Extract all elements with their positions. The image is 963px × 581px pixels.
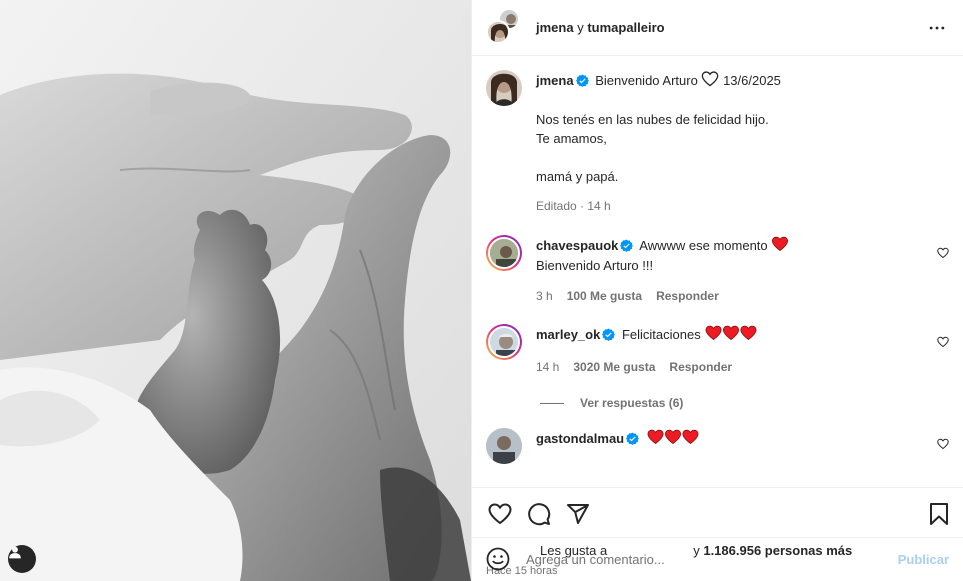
post-caption: jmena Bienvenido Arturo 13/6/2025 Nos te… (486, 70, 949, 215)
author-connector: y (577, 20, 584, 35)
comment-username[interactable]: chavespauok (536, 238, 618, 253)
comment-icon (528, 502, 551, 525)
coauthor-username[interactable]: tumapalleiro (587, 20, 664, 35)
verified-icon (602, 328, 616, 346)
caption-line: Te amamos, (536, 131, 607, 146)
comment-button[interactable] (525, 500, 553, 528)
caption-username[interactable]: jmena (536, 73, 574, 88)
reply-button[interactable]: Responder (656, 287, 719, 305)
post-photo[interactable] (0, 0, 471, 581)
bookmark-icon (930, 502, 948, 525)
comment-time[interactable]: 14 h (536, 358, 559, 376)
avatar[interactable] (486, 70, 522, 106)
post-modal: jmena y tumapalleiro jmena Bienvenido Ar… (0, 0, 963, 581)
caption-line: mamá y papá. (536, 169, 619, 184)
red-hearts-emoji (704, 325, 758, 346)
coauthor-avatars[interactable] (486, 7, 522, 44)
red-hearts-emoji (646, 429, 700, 450)
caption-date: 13/6/2025 (723, 73, 781, 88)
view-replies-label: Ver respuestas (6) (580, 396, 684, 410)
user-tag-button[interactable] (8, 545, 36, 573)
caption-headline: Bienvenido Arturo (595, 73, 698, 88)
comment-meta: 3 h 100 Me gusta Responder (536, 287, 949, 305)
comment-like-button[interactable] (937, 247, 949, 262)
view-replies-button[interactable]: Ver respuestas (6) (540, 396, 949, 410)
heart-icon (937, 336, 949, 348)
reply-button[interactable]: Responder (669, 358, 732, 376)
avatar[interactable] (486, 428, 522, 464)
caption-line (536, 149, 949, 168)
heart-icon (937, 247, 949, 259)
comment-item: gastondalmau (486, 428, 949, 464)
add-comment-bar: Publicar (472, 537, 963, 581)
caption-meta: Editado · 14 h (536, 199, 611, 213)
share-icon (567, 503, 589, 524)
red-heart-emoji (771, 236, 789, 257)
author-username[interactable]: jmena (536, 20, 574, 35)
verified-icon (575, 74, 589, 92)
heart-icon (937, 438, 949, 450)
comment-likes[interactable]: 3020 Me gusta (573, 358, 655, 376)
save-button[interactable] (925, 500, 953, 528)
more-options-button[interactable] (925, 16, 949, 40)
emoji-icon (486, 547, 510, 570)
comment-text-line2: Bienvenido Arturo !!! (536, 258, 654, 273)
post-authors[interactable]: jmena y tumapalleiro (536, 20, 925, 35)
emoji-button[interactable] (486, 547, 512, 573)
share-button[interactable] (564, 500, 592, 528)
like-button[interactable] (486, 500, 514, 528)
post-comment-button[interactable]: Publicar (898, 552, 949, 567)
user-tag-icon (9, 546, 21, 559)
verified-icon (626, 432, 640, 450)
comment-meta: 14 h 3020 Me gusta Responder (536, 358, 949, 376)
caption-line: Nos tenés en las nubes de felicidad hijo… (536, 112, 769, 127)
post-header: jmena y tumapalleiro (472, 0, 963, 56)
caption-text: Nos tenés en las nubes de felicidad hijo… (536, 111, 949, 187)
comment-item: chavespauok Awwww ese momento Bienvenido… (486, 235, 949, 305)
more-icon (929, 26, 945, 29)
hands-and-baby-foot-image (0, 0, 471, 581)
comment-text: Awwww ese momento (639, 238, 768, 253)
avatar-author (486, 19, 510, 44)
comment-time[interactable]: 3 h (536, 287, 553, 305)
comments-scroll-area[interactable]: jmena Bienvenido Arturo 13/6/2025 Nos te… (472, 56, 963, 487)
comment-username[interactable]: gastondalmau (536, 431, 624, 446)
comment-likes[interactable]: 100 Me gusta (567, 287, 642, 305)
comment-like-button[interactable] (937, 336, 949, 351)
heart-icon (488, 502, 512, 524)
comment-text: Felicitaciones (621, 327, 701, 342)
comment-input[interactable] (526, 552, 898, 567)
comment-item: marley_ok Felicitaciones 14 h 3020 Me gu… (486, 324, 949, 376)
verified-icon (620, 239, 634, 257)
replies-divider (540, 402, 564, 404)
heart-outline-emoji (701, 71, 719, 92)
comment-username[interactable]: marley_ok (536, 327, 600, 342)
comment-like-button[interactable] (937, 438, 949, 453)
post-side-panel: jmena y tumapalleiro jmena Bienvenido Ar… (471, 0, 963, 581)
avatar[interactable] (486, 324, 522, 360)
post-actions (472, 487, 963, 539)
avatar[interactable] (486, 235, 522, 271)
